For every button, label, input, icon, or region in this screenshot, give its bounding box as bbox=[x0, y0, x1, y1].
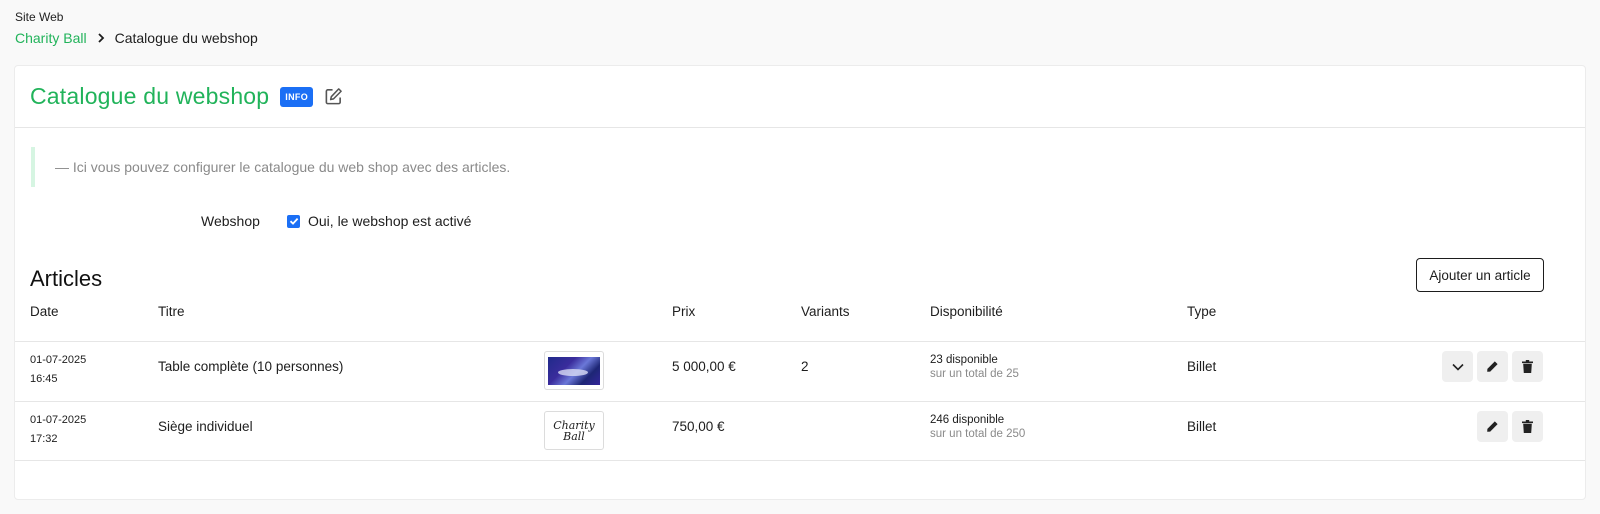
availability-total: sur un total de 25 bbox=[930, 368, 1019, 380]
add-article-button[interactable]: Ajouter un article bbox=[1416, 258, 1544, 292]
webshop-label: Webshop bbox=[201, 213, 260, 229]
row-date-day: 01-07-2025 bbox=[30, 354, 87, 366]
column-header-date: Date bbox=[30, 304, 59, 319]
row-type: Billet bbox=[1187, 419, 1217, 434]
column-header-type: Type bbox=[1187, 304, 1217, 319]
site-label: Site Web bbox=[15, 10, 64, 24]
row-date: 01-07-2025 16:45 bbox=[30, 351, 86, 389]
webshop-checkbox-label[interactable]: Oui, le webshop est activé bbox=[308, 213, 471, 229]
availability-count: 246 disponible bbox=[930, 414, 1005, 426]
row-date: 01-07-2025 17:32 bbox=[30, 411, 86, 449]
delete-article-button[interactable] bbox=[1512, 351, 1543, 382]
edit-icon[interactable] bbox=[324, 87, 343, 106]
trash-icon bbox=[1522, 360, 1533, 373]
delete-article-button[interactable] bbox=[1512, 411, 1543, 442]
event-photo bbox=[548, 356, 600, 385]
chevron-right-icon bbox=[97, 33, 105, 43]
table-row[interactable]: 01-07-2025 17:32 Siège individuel Charit… bbox=[15, 401, 1585, 461]
breadcrumb-parent-link[interactable]: Charity Ball bbox=[15, 30, 87, 46]
expand-variants-button[interactable] bbox=[1442, 351, 1473, 382]
table-row[interactable]: 01-07-2025 16:45 Table complète (10 pers… bbox=[15, 341, 1585, 401]
info-badge[interactable]: INFO bbox=[280, 86, 313, 107]
row-type: Billet bbox=[1187, 359, 1217, 374]
availability-total: sur un total de 250 bbox=[930, 428, 1026, 440]
pencil-icon bbox=[1486, 420, 1499, 433]
webshop-checkbox[interactable] bbox=[287, 214, 300, 228]
breadcrumb-area: Site Web Charity Ball Catalogue du websh… bbox=[15, 10, 258, 46]
row-title: Table complète (10 personnes) bbox=[158, 359, 344, 374]
charity-ball-logo: Charity Ball bbox=[553, 418, 595, 443]
row-price: 5 000,00 € bbox=[672, 359, 736, 374]
webshop-setting: Webshop Oui, le webshop est activé bbox=[201, 213, 471, 229]
chevron-down-icon bbox=[1451, 363, 1464, 371]
row-title: Siège individuel bbox=[158, 419, 253, 434]
row-availability: 246 disponible sur un total de 250 bbox=[930, 414, 1025, 440]
row-price: 750,00 € bbox=[672, 419, 725, 434]
article-image bbox=[544, 351, 604, 390]
card-header: Catalogue du webshop INFO bbox=[15, 66, 1585, 128]
row-availability: 23 disponible sur un total de 25 bbox=[930, 354, 1019, 380]
breadcrumb-current: Catalogue du webshop bbox=[114, 30, 258, 46]
catalogue-card: Catalogue du webshop INFO — Ici vous pou… bbox=[14, 65, 1586, 500]
page-title: Catalogue du webshop bbox=[30, 83, 270, 109]
column-header-title: Titre bbox=[158, 304, 185, 319]
column-header-variants: Variants bbox=[801, 304, 850, 319]
row-variants: 2 bbox=[801, 359, 809, 374]
row-date-time: 17:32 bbox=[30, 433, 58, 445]
column-header-availability: Disponibilité bbox=[930, 304, 1003, 319]
row-date-time: 16:45 bbox=[30, 373, 58, 385]
column-header-price: Prix bbox=[672, 304, 696, 319]
availability-count: 23 disponible bbox=[930, 354, 998, 366]
articles-heading: Articles bbox=[30, 266, 103, 291]
article-image: Charity Ball bbox=[544, 411, 604, 450]
edit-article-button[interactable] bbox=[1477, 411, 1508, 442]
edit-article-button[interactable] bbox=[1477, 351, 1508, 382]
info-note: — Ici vous pouvez configurer le catalogu… bbox=[31, 147, 631, 187]
trash-icon bbox=[1522, 420, 1533, 433]
pencil-icon bbox=[1486, 360, 1499, 373]
breadcrumb: Charity Ball Catalogue du webshop bbox=[15, 30, 258, 46]
row-date-day: 01-07-2025 bbox=[30, 414, 87, 426]
